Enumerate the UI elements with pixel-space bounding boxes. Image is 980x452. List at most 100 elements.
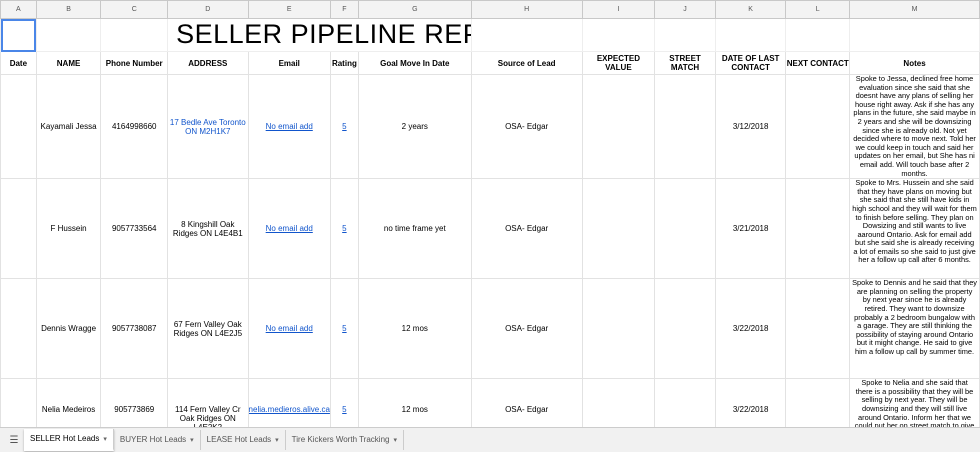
column-letter[interactable]: E xyxy=(247,0,331,19)
cell-expected[interactable] xyxy=(581,378,656,427)
cell-date[interactable] xyxy=(0,73,37,180)
cell-phone[interactable]: 9057738087 xyxy=(100,278,169,380)
cell[interactable] xyxy=(581,18,656,52)
column-letter[interactable]: A xyxy=(0,0,37,19)
cell[interactable] xyxy=(654,18,716,52)
column-letter[interactable]: M xyxy=(849,0,980,19)
cell-name[interactable]: F Hussein xyxy=(35,178,102,280)
cell-address[interactable]: 17 Bedle Ave Toronto ON M2H1K7 xyxy=(167,73,249,180)
rating-link[interactable]: 5 xyxy=(342,324,346,333)
column-letter[interactable]: J xyxy=(654,0,716,19)
cell-goal[interactable]: no time frame yet xyxy=(357,178,472,280)
header-date[interactable]: Date xyxy=(0,51,37,75)
cell[interactable] xyxy=(714,18,787,52)
cell-expected[interactable] xyxy=(581,73,656,180)
column-letter[interactable]: K xyxy=(714,0,787,19)
cell-street-match[interactable] xyxy=(654,73,716,180)
caret-down-icon[interactable]: ▾ xyxy=(190,437,194,444)
rating-link[interactable]: 5 xyxy=(342,122,346,131)
caret-down-icon[interactable]: ▾ xyxy=(103,436,107,443)
cell-source[interactable]: OSA- Edgar xyxy=(470,73,583,180)
header-phone[interactable]: Phone Number xyxy=(100,51,169,75)
cell-address[interactable]: 67 Fern Valley Oak Ridges ON L4E2J5 xyxy=(167,278,249,380)
selected-cell[interactable] xyxy=(0,18,37,52)
column-letter[interactable]: I xyxy=(581,0,656,19)
column-letter[interactable]: C xyxy=(100,0,169,19)
header-rating[interactable]: Rating xyxy=(329,51,359,75)
cell-rating[interactable]: 5 xyxy=(329,278,359,380)
email-link[interactable]: nelia.medieros.alive.ca xyxy=(249,405,329,414)
cell-phone[interactable]: 9057733564 xyxy=(100,178,169,280)
cell-phone[interactable]: 4164998660 xyxy=(100,73,169,180)
header-street-match[interactable]: STREET MATCH xyxy=(654,51,716,75)
cell-street-match[interactable] xyxy=(654,378,716,427)
cell-street-match[interactable] xyxy=(654,178,716,280)
header-name[interactable]: NAME xyxy=(35,51,102,75)
cell-phone[interactable]: 905773869 xyxy=(100,378,169,427)
cell-next-contact[interactable] xyxy=(785,178,851,280)
cell-next-contact[interactable] xyxy=(785,278,851,380)
cell-next-contact[interactable] xyxy=(785,73,851,180)
cell[interactable] xyxy=(35,18,102,52)
cell-email[interactable]: No email add xyxy=(247,278,331,380)
header-email[interactable]: Email xyxy=(247,51,331,75)
column-letter[interactable]: L xyxy=(785,0,851,19)
email-link[interactable]: No email add xyxy=(266,324,313,333)
tab-lease-hot-leads[interactable]: LEASE Hot Leads ▾ xyxy=(201,430,286,450)
cell-last-contact[interactable]: 3/22/2018 xyxy=(714,378,787,427)
tab-seller-hot-leads[interactable]: SELLER Hot Leads ▾ xyxy=(24,429,114,451)
cell-goal[interactable]: 2 years xyxy=(357,73,472,180)
cell-rating[interactable]: 5 xyxy=(329,178,359,280)
cell-rating[interactable]: 5 xyxy=(329,378,359,427)
header-goal[interactable]: Goal Move In Date xyxy=(357,51,472,75)
cell-address[interactable]: 8 Kingshill Oak Ridges ON L4E4B1 xyxy=(167,178,249,280)
header-next-contact[interactable]: NEXT CONTACT xyxy=(785,51,851,75)
cell-expected[interactable] xyxy=(581,278,656,380)
cell-email[interactable]: nelia.medieros.alive.ca xyxy=(247,378,331,427)
cell-street-match[interactable] xyxy=(654,278,716,380)
cell-email[interactable]: No email add xyxy=(247,73,331,180)
cell-last-contact[interactable]: 3/12/2018 xyxy=(714,73,787,180)
column-letter[interactable]: G xyxy=(357,0,472,19)
tab-tire-kickers[interactable]: Tire Kickers Worth Tracking ▾ xyxy=(286,430,404,450)
email-link[interactable]: No email add xyxy=(266,224,313,233)
caret-down-icon[interactable]: ▾ xyxy=(275,437,279,444)
rating-link[interactable]: 5 xyxy=(342,405,346,414)
header-expected[interactable]: EXPECTED VALUE xyxy=(581,51,656,75)
hamburger-icon[interactable]: ☰ xyxy=(4,431,24,449)
cell-notes[interactable]: Spoke to Jessa, declined free home evalu… xyxy=(849,73,980,180)
cell-date[interactable] xyxy=(0,378,37,427)
cell-date[interactable] xyxy=(0,178,37,280)
header-address[interactable]: ADDRESS xyxy=(167,51,249,75)
email-link[interactable]: No email add xyxy=(266,122,313,131)
cell-source[interactable]: OSA- Edgar xyxy=(470,178,583,280)
cell-notes[interactable]: Spoke to Mrs. Hussein and she said that … xyxy=(849,178,980,280)
cell-last-contact[interactable]: 3/22/2018 xyxy=(714,278,787,380)
column-letter[interactable]: F xyxy=(329,0,359,19)
header-notes[interactable]: Notes xyxy=(849,51,980,75)
cell-rating[interactable]: 5 xyxy=(329,73,359,180)
cell-goal[interactable]: 12 mos xyxy=(357,378,472,427)
cell-next-contact[interactable] xyxy=(785,378,851,427)
column-letter[interactable]: B xyxy=(35,0,102,19)
cell-email[interactable]: No email add xyxy=(247,178,331,280)
rating-link[interactable]: 5 xyxy=(342,224,346,233)
cell-goal[interactable]: 12 mos xyxy=(357,278,472,380)
cell-name[interactable]: Dennis Wragge xyxy=(35,278,102,380)
cell[interactable] xyxy=(100,18,169,52)
cell-date[interactable] xyxy=(0,278,37,380)
cell-name[interactable]: Kayamali Jessa xyxy=(35,73,102,180)
cell-notes[interactable]: Spoke to Nelia and she said that there i… xyxy=(849,378,980,427)
column-letter[interactable]: H xyxy=(470,0,583,19)
page-title[interactable]: SELLER PIPELINE REPORT xyxy=(167,18,472,52)
cell[interactable] xyxy=(849,18,980,52)
header-source[interactable]: Source of Lead xyxy=(470,51,583,75)
cell[interactable] xyxy=(785,18,851,52)
cell-last-contact[interactable]: 3/21/2018 xyxy=(714,178,787,280)
cell-source[interactable]: OSA- Edgar xyxy=(470,378,583,427)
cell-expected[interactable] xyxy=(581,178,656,280)
cell-notes[interactable]: Spoke to Dennis and he said that they ar… xyxy=(849,278,980,380)
tab-buyer-hot-leads[interactable]: BUYER Hot Leads ▾ xyxy=(114,430,201,450)
column-letter[interactable]: D xyxy=(167,0,249,19)
header-last-contact[interactable]: DATE OF LAST CONTACT xyxy=(714,51,787,75)
